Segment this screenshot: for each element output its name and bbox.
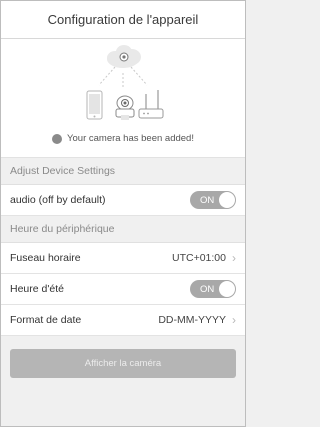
section-label: Adjust Device Settings — [10, 165, 116, 177]
device-added-text: Your camera has been added! — [67, 133, 194, 144]
app-screen: Configuration de l'appareil Your camera … — [0, 0, 246, 427]
phone-icon — [86, 90, 103, 120]
dst-label: Heure d'été — [10, 283, 64, 295]
section-header-device-time: Heure du périphérique — [1, 216, 245, 243]
timezone-value: UTC+01:00 — [172, 252, 226, 264]
page-title: Configuration de l'appareil — [47, 12, 199, 27]
device-added-status: Your camera has been added! — [1, 133, 245, 144]
title-bar: Configuration de l'appareil — [1, 1, 245, 39]
toggle-knob — [219, 192, 235, 208]
audio-toggle[interactable]: ON — [190, 191, 236, 209]
section-header-adjust: Adjust Device Settings — [1, 158, 245, 185]
check-circle-icon — [2, 133, 63, 144]
section-label: Heure du périphérique — [10, 223, 115, 235]
audio-label: audio (off by default) — [10, 194, 106, 206]
toggle-state-text: ON — [200, 283, 215, 295]
camera-icon — [115, 95, 135, 120]
date-format-value-group: DD-MM-YYYY › — [158, 313, 236, 327]
show-camera-button[interactable]: Afficher la caméra — [10, 349, 236, 378]
timezone-value-group: UTC+01:00 › — [172, 251, 236, 265]
show-camera-label: Afficher la caméra — [84, 358, 162, 369]
toggle-state-text: ON — [200, 194, 215, 206]
chevron-right-icon: › — [232, 313, 236, 327]
device-added-illustration-area: Your camera has been added! — [1, 39, 245, 158]
date-format-value: DD-MM-YYYY — [158, 314, 226, 326]
timezone-label: Fuseau horaire — [10, 252, 81, 264]
dst-toggle[interactable]: ON — [190, 280, 236, 298]
dst-setting-row: Heure d'été ON — [1, 274, 245, 305]
date-format-row[interactable]: Format de date DD-MM-YYYY › — [1, 305, 245, 336]
router-icon — [138, 90, 164, 119]
cloud-icon — [107, 45, 141, 68]
date-format-label: Format de date — [10, 314, 82, 326]
audio-setting-row: audio (off by default) ON — [1, 185, 245, 216]
timezone-row[interactable]: Fuseau horaire UTC+01:00 › — [1, 243, 245, 274]
toggle-knob — [219, 281, 235, 297]
chevron-right-icon: › — [232, 251, 236, 265]
